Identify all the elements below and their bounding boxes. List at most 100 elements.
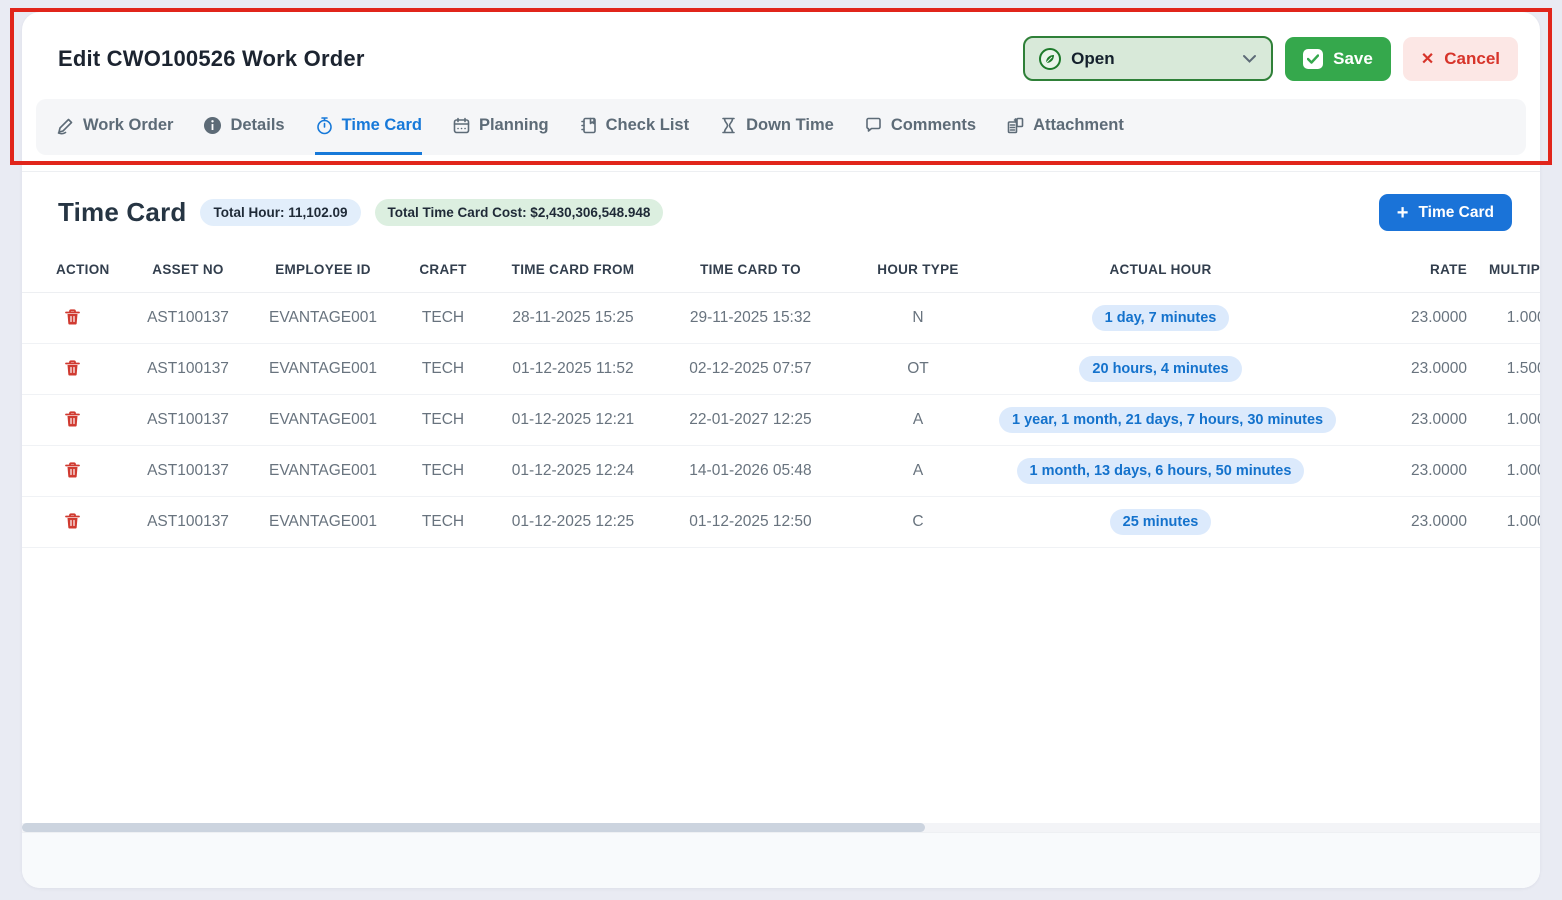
timecard-table: ACTIONASSET NOEMPLOYEE IDCRAFTTIME CARD … [22, 247, 1540, 548]
card-header: Edit CWO100526 Work Order Open Save ✕ Ca… [22, 12, 1540, 81]
tab-details[interactable]: Details [203, 99, 284, 155]
table-empty-area [22, 548, 1540, 823]
actual-hour-pill: 25 minutes [1110, 509, 1212, 535]
cell-multiplier: 1.0000 [1473, 497, 1540, 548]
cell-multiplier: 1.0000 [1473, 293, 1540, 344]
timecard-table-container: ACTIONASSET NOEMPLOYEE IDCRAFTTIME CARD … [22, 247, 1540, 548]
trash-icon [64, 467, 81, 482]
cell-rate: 23.0000 [1328, 497, 1473, 548]
column-header-actual-hour: ACTUAL HOUR [993, 247, 1328, 293]
cell-actual-hour: 20 hours, 4 minutes [993, 344, 1328, 395]
timecard-section-header: Time Card Total Hour: 11,102.09 Total Ti… [22, 172, 1540, 247]
column-header-hour-type: HOUR TYPE [843, 247, 993, 293]
cell-time-card-to: 29-11-2025 15:32 [658, 293, 843, 344]
cell-time-card-to: 02-12-2025 07:57 [658, 344, 843, 395]
table-row: AST100137EVANTAGE001TECH28-11-2025 15:25… [22, 293, 1540, 344]
cell-time-card-from: 28-11-2025 15:25 [488, 293, 658, 344]
column-header-time-card-from: TIME CARD FROM [488, 247, 658, 293]
tab-planning[interactable]: Planning [452, 99, 549, 155]
cell-action [22, 293, 128, 344]
column-header-asset-no: ASSET NO [128, 247, 248, 293]
table-row: AST100137EVANTAGE001TECH01-12-2025 12:21… [22, 395, 1540, 446]
table-row: AST100137EVANTAGE001TECH01-12-2025 12:24… [22, 446, 1540, 497]
cancel-button[interactable]: ✕ Cancel [1403, 37, 1518, 81]
horizontal-scrollbar[interactable] [22, 823, 1540, 832]
actual-hour-pill: 1 day, 7 minutes [1092, 305, 1230, 331]
cell-hour-type: N [843, 293, 993, 344]
cell-hour-type: A [843, 446, 993, 497]
tab-time-card[interactable]: Time Card [315, 99, 422, 155]
cell-time-card-from: 01-12-2025 11:52 [488, 344, 658, 395]
x-icon: ✕ [1421, 49, 1434, 69]
delete-row-button[interactable] [62, 459, 83, 484]
pen-icon [56, 116, 75, 135]
cell-time-card-from: 01-12-2025 12:21 [488, 395, 658, 446]
table-row: AST100137EVANTAGE001TECH01-12-2025 11:52… [22, 344, 1540, 395]
tab-label: Time Card [342, 116, 422, 135]
column-header-craft: CRAFT [398, 247, 488, 293]
column-header-action: ACTION [22, 247, 128, 293]
cell-asset-no: AST100137 [128, 446, 248, 497]
cell-actual-hour: 1 month, 13 days, 6 hours, 50 minutes [993, 446, 1328, 497]
tab-check-list[interactable]: Check List [579, 99, 689, 155]
cell-craft: TECH [398, 395, 488, 446]
cell-action [22, 446, 128, 497]
tab-label: Planning [479, 116, 549, 135]
cell-employee-id: EVANTAGE001 [248, 293, 398, 344]
delete-row-button[interactable] [62, 408, 83, 433]
cell-action [22, 395, 128, 446]
cell-rate: 23.0000 [1328, 446, 1473, 497]
cell-time-card-from: 01-12-2025 12:25 [488, 497, 658, 548]
scrollbar-thumb[interactable] [22, 823, 925, 832]
table-row: AST100137EVANTAGE001TECH01-12-2025 12:25… [22, 497, 1540, 548]
trash-icon [64, 416, 81, 431]
actual-hour-pill: 20 hours, 4 minutes [1079, 356, 1241, 382]
cell-time-card-to: 01-12-2025 12:50 [658, 497, 843, 548]
cell-employee-id: EVANTAGE001 [248, 497, 398, 548]
delete-row-button[interactable] [62, 357, 83, 382]
cell-multiplier: 1.0000 [1473, 446, 1540, 497]
attachment-icon [1006, 116, 1025, 135]
tab-down-time[interactable]: Down Time [719, 99, 834, 155]
cell-craft: TECH [398, 293, 488, 344]
tab-label: Details [230, 116, 284, 135]
cell-craft: TECH [398, 344, 488, 395]
card-footer [22, 832, 1540, 888]
save-button[interactable]: Save [1285, 37, 1391, 81]
cell-asset-no: AST100137 [128, 497, 248, 548]
cell-multiplier: 1.0000 [1473, 395, 1540, 446]
tab-comments[interactable]: Comments [864, 99, 976, 155]
stopwatch-icon [315, 116, 334, 135]
cell-craft: TECH [398, 497, 488, 548]
cell-employee-id: EVANTAGE001 [248, 344, 398, 395]
cell-actual-hour: 1 day, 7 minutes [993, 293, 1328, 344]
column-header-rate: RATE [1328, 247, 1473, 293]
cell-action [22, 344, 128, 395]
cell-hour-type: C [843, 497, 993, 548]
tab-attachment[interactable]: Attachment [1006, 99, 1124, 155]
total-cost-badge: Total Time Card Cost: $2,430,306,548.948 [375, 199, 664, 226]
delete-row-button[interactable] [62, 306, 83, 331]
calendar-icon [452, 116, 471, 135]
cell-hour-type: OT [843, 344, 993, 395]
table-header-row: ACTIONASSET NOEMPLOYEE IDCRAFTTIME CARD … [22, 247, 1540, 293]
comment-icon [864, 116, 883, 135]
hourglass-icon [719, 116, 738, 135]
trash-icon [64, 314, 81, 329]
notebook-icon [579, 116, 598, 135]
cell-hour-type: A [843, 395, 993, 446]
section-title: Time Card [58, 197, 186, 228]
table-body: AST100137EVANTAGE001TECH28-11-2025 15:25… [22, 293, 1540, 548]
cell-craft: TECH [398, 446, 488, 497]
delete-row-button[interactable] [62, 510, 83, 535]
actual-hour-pill: 1 month, 13 days, 6 hours, 50 minutes [1017, 458, 1305, 484]
add-time-card-button[interactable]: + Time Card [1379, 194, 1512, 231]
trash-icon [64, 518, 81, 533]
cell-rate: 23.0000 [1328, 344, 1473, 395]
column-header-time-card-to: TIME CARD TO [658, 247, 843, 293]
header-controls: Open Save ✕ Cancel [1023, 36, 1518, 81]
tabbar-wrap: Work Order Details Time Card Planning Check … [22, 81, 1540, 155]
cell-rate: 23.0000 [1328, 395, 1473, 446]
tab-work-order[interactable]: Work Order [56, 99, 173, 155]
status-dropdown[interactable]: Open [1023, 36, 1273, 81]
